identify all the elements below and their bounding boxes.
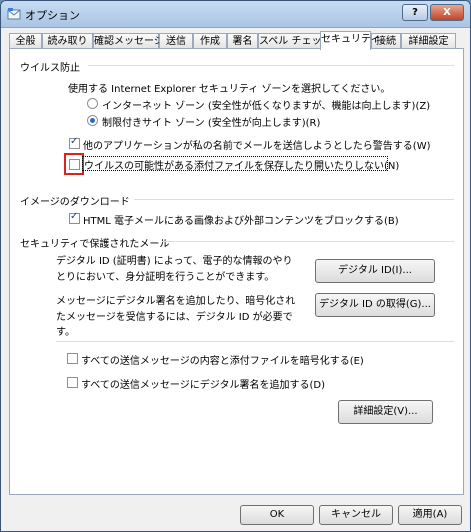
encrypt-label[interactable]: すべての送信メッセージの内容と添付ファイルを暗号化する(E) [81, 352, 364, 367]
digital-sign-checkbox[interactable] [67, 377, 78, 388]
tab-send[interactable]: 送信 [159, 33, 193, 49]
sign-text: メッセージにデジタル署名を追加したり、暗号化され [56, 296, 296, 307]
digital-id-text: とりにおいて、身分証明を行うことができます。 [56, 272, 275, 283]
divider [134, 199, 454, 200]
get-digital-id-button[interactable]: デジタル ID の取得(G)... [315, 293, 435, 317]
secure-mail-heading: セキュリティで保護されたメール [20, 239, 170, 250]
divider [162, 241, 454, 242]
cancel-button[interactable]: キャンセル [319, 505, 393, 525]
advanced-settings-button[interactable]: 詳細設定(V)... [338, 400, 433, 424]
tab-read[interactable]: 読み取り [42, 33, 93, 49]
tab-compose[interactable]: 作成 [193, 33, 227, 49]
warn-send-checkbox[interactable] [69, 136, 80, 149]
zone-prompt: 使用する Internet Explorer セキュリティ ゾーンを選択してくだ… [68, 84, 391, 95]
options-dialog: オプション ? X 全般 読み取り 確認メッセージ 送信 作成 署名 スペル チ… [0, 0, 471, 532]
tab-general[interactable]: 全般 [9, 33, 42, 49]
internet-zone-radio[interactable] [87, 98, 98, 109]
warn-send-label[interactable]: 他のアプリケーションが私の名前でメールを送信しようとしたら警告する(W) [83, 137, 431, 152]
tab-security[interactable]: セキュリティ [320, 31, 380, 50]
virus-protection-heading: ウイルス防止 [20, 63, 80, 74]
security-panel: ウイルス防止 使用する Internet Explorer セキュリティ ゾーン… [9, 48, 464, 495]
title-bar[interactable]: オプション ? X [1, 1, 470, 28]
outlook-express-icon [7, 8, 21, 20]
help-button[interactable]: ? [402, 4, 428, 21]
tab-advanced[interactable]: 詳細設定 [401, 33, 456, 49]
block-images-label[interactable]: HTML 電子メールにある画像および外部コンテンツをブロックする(B) [83, 212, 399, 227]
encrypt-checkbox[interactable] [67, 353, 78, 364]
restricted-zone-radio[interactable] [87, 115, 98, 126]
window-title: オプション [25, 9, 80, 22]
divider [88, 65, 454, 66]
digital-id-button[interactable]: デジタル ID(I)... [315, 259, 435, 283]
restricted-zone-label[interactable]: 制限付きサイト ゾーン (安全性が向上します)(R) [102, 114, 320, 129]
block-attachments-label[interactable]: ウイルスの可能性がある添付ファイルを保存したり開いたりしない(N) [84, 157, 399, 172]
divider [56, 341, 454, 342]
ok-button[interactable]: OK [240, 505, 314, 525]
sign-text: たメッセージを受信するには、デジタル ID が必要で [56, 312, 293, 323]
tab-strip: 全般 読み取り 確認メッセージ 送信 作成 署名 スペル チェック セキュリティ… [9, 31, 464, 50]
digital-sign-label[interactable]: すべての送信メッセージにデジタル署名を追加する(D) [81, 376, 325, 391]
digital-id-text: デジタル ID (証明書) によって、電子的な情報のやり [56, 256, 293, 267]
image-download-heading: イメージのダウンロード [20, 197, 130, 208]
internet-zone-label[interactable]: インターネット ゾーン (安全性が低くなりますが、機能は向上します)(Z) [102, 97, 430, 112]
sign-text: す。 [56, 327, 75, 338]
tab-signatures[interactable]: 署名 [227, 33, 258, 49]
apply-button[interactable]: 適用(A) [398, 505, 462, 525]
block-images-checkbox[interactable] [69, 211, 80, 224]
tab-receipts[interactable]: 確認メッセージ [93, 33, 164, 49]
highlight-frame [64, 153, 84, 175]
close-button[interactable]: X [430, 4, 464, 21]
tab-spelling[interactable]: スペル チェック [258, 33, 331, 49]
